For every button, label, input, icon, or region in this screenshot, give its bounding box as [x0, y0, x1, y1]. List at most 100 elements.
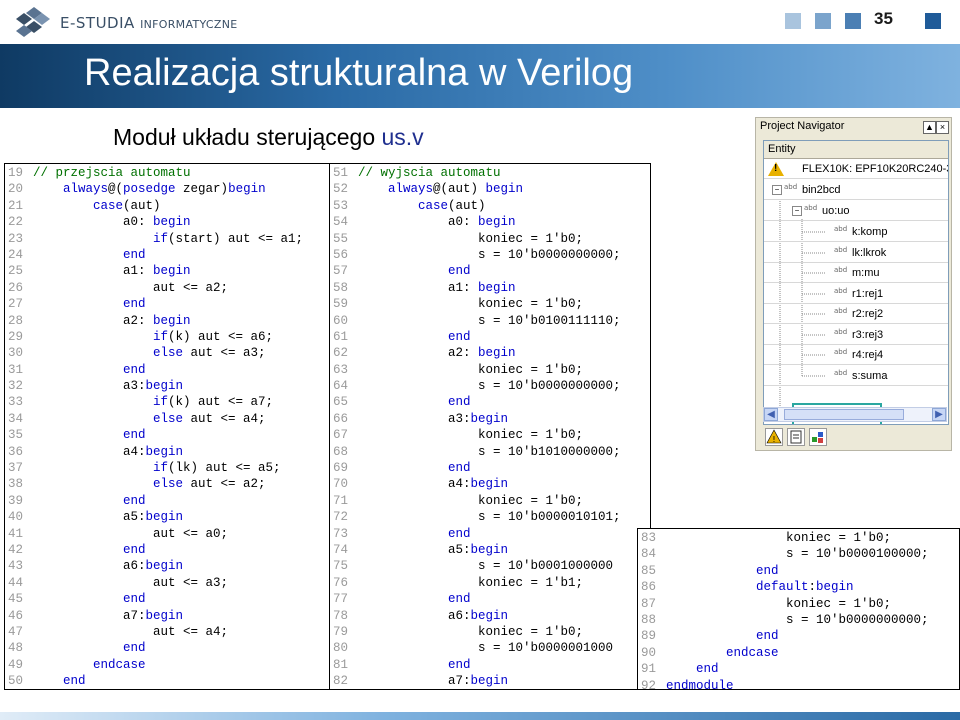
code-line: 49 endcase — [5, 657, 329, 673]
tree-item[interactable]: − abd uo:uo — [764, 201, 948, 221]
entity-icon: abd — [834, 328, 848, 336]
code-keyword: end — [666, 563, 779, 578]
logo-main-text: E-STUDIA — [60, 14, 135, 32]
title-bar: Realizacja strukturalna w Verilog — [0, 44, 960, 108]
code-keyword: begin — [470, 477, 509, 492]
tree-item[interactable]: abd k:komp — [764, 222, 948, 242]
tree-item-label: uo:uo — [822, 205, 850, 217]
navigator-close-button[interactable]: × — [936, 121, 949, 134]
tree-item[interactable]: abd r1:rej1 — [764, 284, 948, 304]
warning-icon: ! — [766, 429, 782, 444]
code-keyword: begin — [145, 444, 184, 459]
code-line: 77 end — [330, 591, 650, 607]
code-text: a4: — [358, 477, 471, 492]
code-keyword: end — [33, 592, 146, 607]
expand-toggle-icon[interactable]: − — [792, 206, 802, 216]
line-number: 62 — [333, 346, 349, 361]
bottom-bar — [0, 712, 960, 720]
scroll-right-button[interactable]: ▶ — [932, 408, 946, 421]
code-text: koniec = 1'b0; — [666, 596, 892, 611]
code-text: (aut) — [448, 198, 486, 213]
line-number: 79 — [333, 624, 349, 639]
code-line: 73 end — [330, 526, 650, 542]
line-number: 33 — [8, 395, 24, 410]
row-separator — [764, 364, 948, 365]
scroll-thumb[interactable] — [784, 409, 904, 420]
line-number: 72 — [333, 510, 349, 525]
tab-files[interactable] — [787, 428, 805, 446]
code-line: 82 a7:begin — [330, 673, 650, 689]
code-line: 45 end — [5, 591, 329, 607]
tree-item[interactable]: − abd bin2bcd — [764, 180, 948, 200]
code-keyword: begin — [153, 313, 191, 328]
line-number: 46 — [8, 608, 24, 623]
code-line: 46 a7:begin — [5, 608, 329, 624]
code-keyword: begin — [145, 510, 184, 525]
line-number: 55 — [333, 231, 349, 246]
row-separator — [764, 199, 948, 200]
expand-toggle-icon[interactable]: − — [772, 185, 782, 195]
tree-item[interactable]: abd r2:rej2 — [764, 304, 948, 324]
code-line: 24 end — [5, 247, 329, 263]
row-separator — [764, 220, 948, 221]
entity-icon: abd — [834, 307, 848, 315]
code-line: 92 endmodule — [638, 678, 959, 690]
code-text: a3: — [33, 379, 146, 394]
code-text: (k) aut <= a7; — [168, 395, 274, 410]
code-panel-right: 83 koniec = 1'b0; 84 s = 10'b0000100000; 8… — [637, 528, 960, 690]
line-number: 29 — [8, 329, 24, 344]
row-separator — [764, 241, 948, 242]
line-number: 23 — [8, 231, 24, 246]
line-number: 87 — [641, 596, 657, 611]
line-number: 42 — [8, 542, 24, 557]
code-text: s = 10'b0000000000; — [358, 247, 621, 262]
code-keyword: end — [33, 493, 146, 508]
code-text: aut <= a4; — [183, 411, 266, 426]
line-number: 57 — [333, 264, 349, 279]
code-line: 66 a3:begin — [330, 411, 650, 427]
code-keyword: begin — [153, 264, 191, 279]
line-number: 92 — [641, 678, 657, 690]
line-number: 69 — [333, 461, 349, 476]
scroll-left-button[interactable]: ◀ — [764, 408, 778, 421]
code-line: 33 if(k) aut <= a7; — [5, 394, 329, 410]
tab-design-units[interactable] — [809, 428, 827, 446]
tree-item[interactable]: abd lk:lkrok — [764, 243, 948, 263]
svg-text:!: ! — [772, 435, 775, 444]
code-line: 38 else aut <= a2; — [5, 476, 329, 492]
line-number: 74 — [333, 542, 349, 557]
line-number: 76 — [333, 575, 349, 590]
line-number: 90 — [641, 645, 657, 660]
code-text: koniec = 1'b0; — [358, 231, 584, 246]
code-text: a7: — [33, 608, 146, 623]
line-number: 83 — [641, 531, 657, 545]
code-keyword: end — [358, 526, 471, 541]
tree-item[interactable]: abd r3:rej3 — [764, 325, 948, 345]
code-text: (k) aut <= a6; — [168, 329, 274, 344]
code-line: 31 end — [5, 362, 329, 378]
code-keyword: posedge — [123, 182, 176, 197]
code-line: 47 aut <= a4; — [5, 624, 329, 640]
code-text: a5: — [358, 542, 471, 557]
tree-item[interactable]: ! FLEX10K: EPF10K20RC240-3 — [764, 159, 948, 179]
tree-item[interactable]: abd m:mu — [764, 263, 948, 283]
line-number: 84 — [641, 547, 657, 562]
navigator-minimize-button[interactable]: ▲ — [923, 121, 936, 134]
code-text: koniec = 1'b0; — [358, 297, 584, 312]
code-text: a0: — [358, 215, 479, 230]
code-line: 41 aut <= a0; — [5, 526, 329, 542]
code-line: 62 a2: begin — [330, 345, 650, 361]
code-line: 40 a5:begin — [5, 509, 329, 525]
tab-hierarchy[interactable]: ! — [765, 428, 783, 446]
tree-item[interactable]: abd r4:rej4 — [764, 345, 948, 365]
line-number: 81 — [333, 657, 349, 672]
line-number: 53 — [333, 198, 349, 213]
line-number: 85 — [641, 563, 657, 578]
tree-item-label: s:suma — [852, 370, 888, 382]
code-line: 86 default:begin — [638, 579, 959, 595]
entity-icon: abd — [834, 266, 848, 274]
line-number: 19 — [8, 166, 24, 180]
line-number: 43 — [8, 559, 24, 574]
tree-item[interactable]: abd s:suma — [764, 366, 948, 386]
horizontal-scrollbar[interactable]: ◀ ▶ — [763, 407, 947, 422]
